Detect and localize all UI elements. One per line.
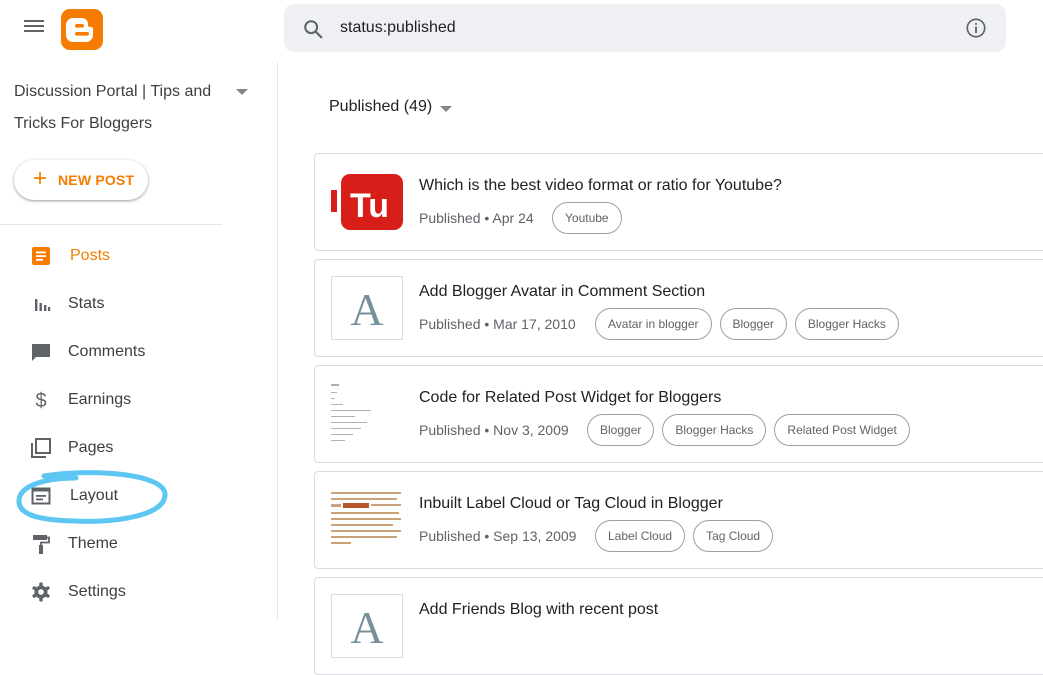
paint-roller-icon — [33, 535, 50, 554]
post-title[interactable]: Add Blogger Avatar in Comment Section — [419, 283, 705, 301]
label-chip[interactable]: Blogger Hacks — [794, 308, 899, 340]
sidebar-item-pages[interactable]: Pages — [0, 428, 260, 468]
sidebar: Discussion Portal | Tips and Tricks For … — [0, 62, 278, 620]
stats-icon — [35, 299, 51, 311]
post-labels: Avatar in blogger Blogger Blogger Hacks — [595, 308, 899, 340]
blog-title[interactable]: Discussion Portal | Tips and Tricks For … — [14, 76, 224, 140]
hamburger-menu-icon[interactable] — [20, 16, 48, 40]
top-app-bar — [0, 0, 1043, 62]
post-item[interactable]: Inbuilt Label Cloud or Tag Cloud in Blog… — [314, 471, 1043, 569]
sidebar-item-theme[interactable]: Theme — [0, 524, 260, 564]
label-chip[interactable]: Youtube — [552, 202, 622, 234]
post-item[interactable]: A Add Blogger Avatar in Comment Section … — [314, 259, 1043, 357]
label-chip[interactable]: Blogger Hacks — [662, 414, 767, 446]
post-status: Published • Sep 13, 2009 — [419, 528, 577, 544]
thumbnail-letter: A — [350, 602, 384, 653]
posts-icon — [32, 247, 50, 265]
gear-icon — [32, 582, 50, 602]
chevron-down-icon[interactable] — [440, 106, 452, 112]
post-status: Published • Apr 24 — [419, 210, 534, 226]
info-icon[interactable] — [965, 17, 987, 39]
sidebar-item-stats[interactable]: Stats — [0, 284, 260, 324]
svg-text:Tu: Tu — [350, 187, 389, 225]
post-labels: Youtube — [552, 202, 622, 234]
post-status: Published • Mar 17, 2010 — [419, 316, 576, 332]
dollar-icon: $ — [35, 390, 46, 411]
sidebar-item-label: Earnings — [68, 391, 132, 408]
label-chip[interactable]: Tag Cloud — [693, 520, 774, 552]
post-title[interactable]: Add Friends Blog with recent post — [419, 601, 658, 619]
post-title[interactable]: Inbuilt Label Cloud or Tag Cloud in Blog… — [419, 495, 723, 513]
sidebar-item-label: Theme — [68, 535, 118, 552]
sidebar-item-label: Posts — [70, 247, 111, 264]
sidebar-item-label: Pages — [68, 439, 114, 456]
letter-thumbnail: A — [331, 594, 403, 658]
label-cloud-thumbnail — [331, 488, 403, 552]
post-title[interactable]: Which is the best video format or ratio … — [419, 177, 782, 195]
sidebar-item-label: Settings — [68, 583, 126, 600]
sidebar-item-posts[interactable]: Posts — [0, 236, 260, 276]
label-chip[interactable]: Avatar in blogger — [595, 308, 712, 340]
new-post-label: NEW POST — [58, 172, 135, 188]
post-title[interactable]: Code for Related Post Widget for Blogger… — [419, 389, 721, 407]
post-item[interactable]: Code for Related Post Widget for Blogger… — [314, 365, 1043, 463]
label-chip[interactable]: Label Cloud — [595, 520, 686, 552]
post-labels: Blogger Blogger Hacks Related Post Widge… — [587, 414, 910, 446]
blogger-logo-icon[interactable] — [61, 9, 103, 50]
divider — [0, 224, 222, 225]
sidebar-item-label: Comments — [68, 343, 146, 360]
sidebar-item-settings[interactable]: Settings — [0, 572, 260, 612]
pages-icon — [31, 438, 51, 458]
post-item[interactable]: A Add Friends Blog with recent post — [314, 577, 1043, 675]
sidebar-item-earnings[interactable]: $ Earnings — [0, 380, 260, 420]
chevron-down-icon[interactable] — [236, 89, 248, 95]
post-labels: Label Cloud Tag Cloud — [595, 520, 774, 552]
sidebar-item-label: Stats — [68, 295, 105, 312]
label-chip[interactable]: Blogger — [587, 414, 655, 446]
letter-thumbnail: A — [331, 276, 403, 340]
post-item[interactable]: Tu Which is the best video format or rat… — [314, 153, 1043, 251]
svg-text:$: $ — [35, 390, 46, 411]
screenshot-thumbnail — [331, 382, 403, 446]
search-icon[interactable] — [302, 18, 324, 40]
sidebar-item-comments[interactable]: Comments — [0, 332, 260, 372]
status-filter-dropdown[interactable]: Published (49) — [329, 98, 432, 116]
label-chip[interactable]: Related Post Widget — [774, 414, 910, 446]
comment-icon — [32, 344, 50, 361]
search-input[interactable] — [340, 10, 940, 46]
new-post-button[interactable]: + NEW POST — [14, 160, 148, 200]
post-list-panel: Published (49) Tu Which is the best vide… — [279, 62, 1043, 675]
highlight-annotation — [16, 470, 168, 524]
post-status: Published • Nov 3, 2009 — [419, 422, 569, 438]
plus-icon: + — [33, 165, 48, 192]
youtube-thumbnail: Tu — [331, 170, 403, 234]
label-chip[interactable]: Blogger — [719, 308, 787, 340]
search-bar — [284, 4, 1006, 52]
thumbnail-letter: A — [350, 284, 384, 335]
